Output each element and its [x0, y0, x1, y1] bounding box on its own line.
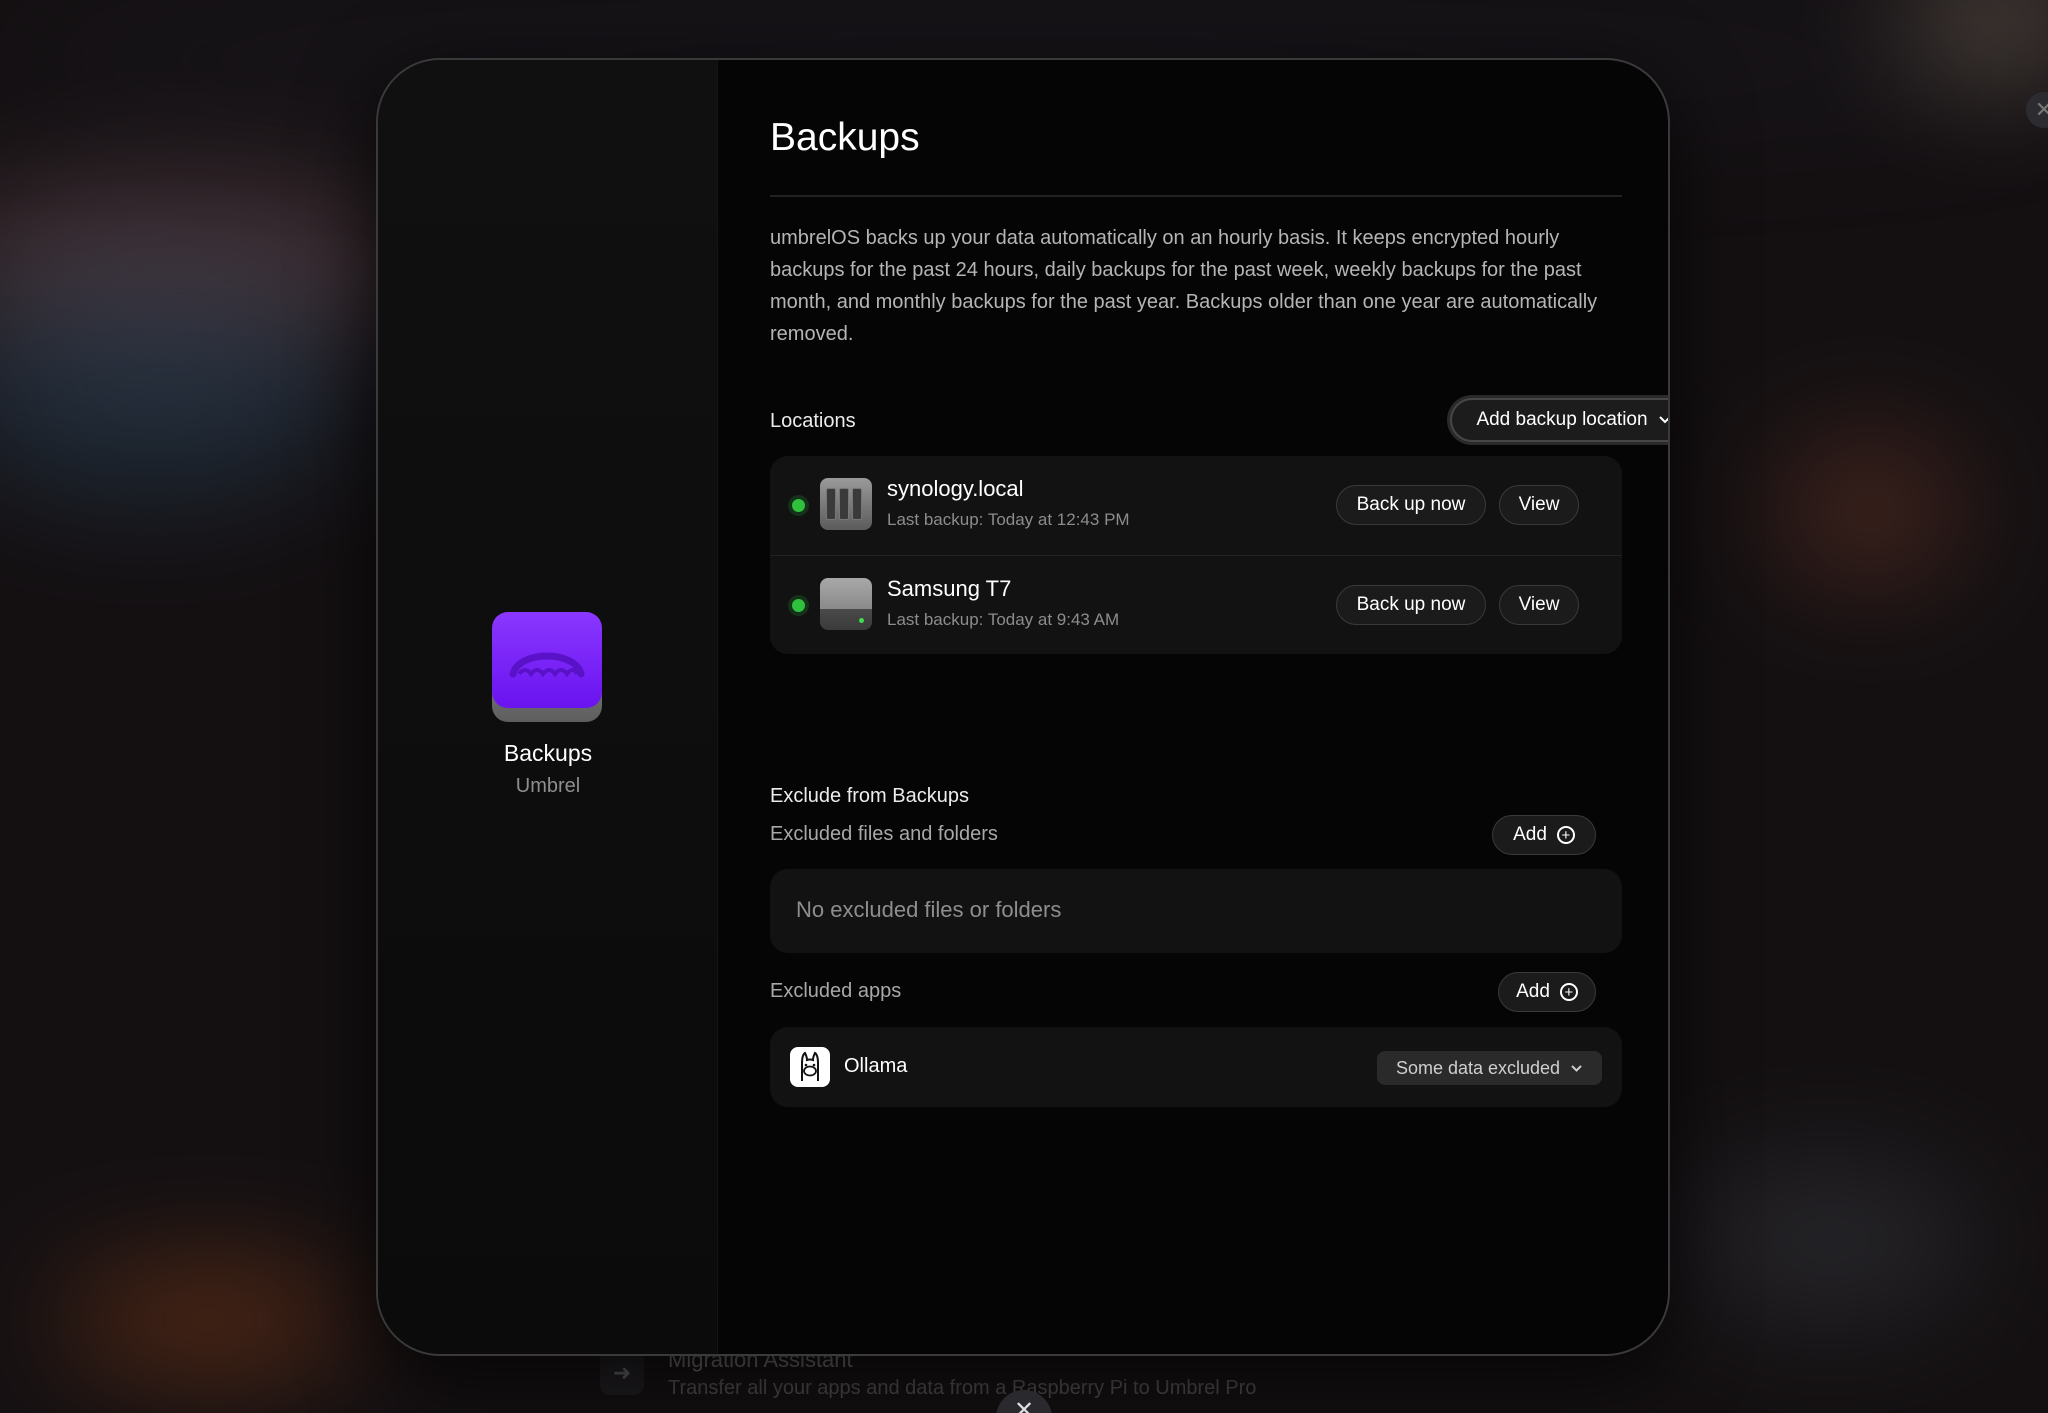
locations-list: synology.local Last backup: Today at 12:…	[770, 456, 1622, 654]
excluded-apps-label: Excluded apps	[770, 980, 902, 1002]
back-up-now-button[interactable]: Back up now	[1336, 485, 1486, 525]
add-files-label: Add	[1513, 824, 1547, 845]
backup-description: umbrelOS backs up your data automaticall…	[770, 227, 1598, 345]
plus-circle-icon: +	[1559, 983, 1578, 1001]
app-developer: Umbrel	[515, 775, 581, 797]
location-row: synology.local Last backup: Today at 12:…	[770, 456, 1622, 554]
external-drive-icon	[820, 578, 872, 630]
app-name: Backups	[503, 740, 593, 766]
view-button[interactable]: View	[1499, 485, 1579, 525]
exclude-heading: Exclude from Backups	[770, 785, 969, 807]
title-divider	[770, 195, 1622, 197]
plus-circle-icon: +	[1556, 826, 1575, 844]
backups-dialog: Backups Umbrel Backups umbrelOS backs up…	[376, 58, 1670, 1356]
excluded-files-list: No excluded files or folders	[770, 869, 1622, 953]
back-up-now-button[interactable]: Back up now	[1336, 585, 1486, 625]
location-name: synology.local	[887, 476, 1024, 501]
exclusion-level-dropdown[interactable]: Some data excluded	[1377, 1051, 1602, 1085]
chevron-down-icon	[1658, 416, 1668, 424]
location-row: Samsung T7 Last backup: Today at 9:43 AM…	[770, 555, 1622, 653]
add-app-label: Add	[1516, 981, 1550, 1002]
status-online-indicator	[792, 599, 805, 612]
nas-icon	[820, 478, 872, 530]
ollama-llama-icon	[790, 1047, 830, 1087]
location-last-backup: Last backup: Today at 9:43 AM	[887, 610, 1120, 629]
exclusion-level-label: Some data excluded	[1395, 1057, 1561, 1078]
migration-arrow-icon: ➜	[600, 1351, 644, 1395]
empty-state-text: No excluded files or folders	[796, 897, 1062, 922]
app-icon	[492, 612, 602, 722]
add-excluded-app-button[interactable]: Add +	[1498, 972, 1596, 1012]
migration-subtitle: Transfer all your apps and data from a R…	[668, 1376, 1257, 1399]
status-online-indicator	[792, 499, 805, 512]
locations-label: Locations	[770, 410, 856, 432]
umbrel-logo-icon	[509, 652, 585, 678]
add-excluded-files-button[interactable]: Add +	[1492, 815, 1596, 855]
excluded-app-name: Ollama	[844, 1055, 908, 1077]
add-backup-location-label: Add backup location	[1476, 409, 1648, 430]
add-backup-location-button[interactable]: Add backup location	[1450, 398, 1668, 442]
excluded-apps-list: Ollama Some data excluded	[770, 1027, 1622, 1107]
location-name: Samsung T7	[887, 576, 1012, 601]
view-button[interactable]: View	[1499, 585, 1579, 625]
chevron-down-icon	[1571, 1064, 1582, 1072]
location-last-backup: Last backup: Today at 12:43 PM	[887, 510, 1130, 529]
app-sidebar: Backups Umbrel	[378, 60, 718, 1354]
excluded-files-label: Excluded files and folders	[770, 823, 998, 845]
page-title: Backups	[770, 116, 920, 159]
